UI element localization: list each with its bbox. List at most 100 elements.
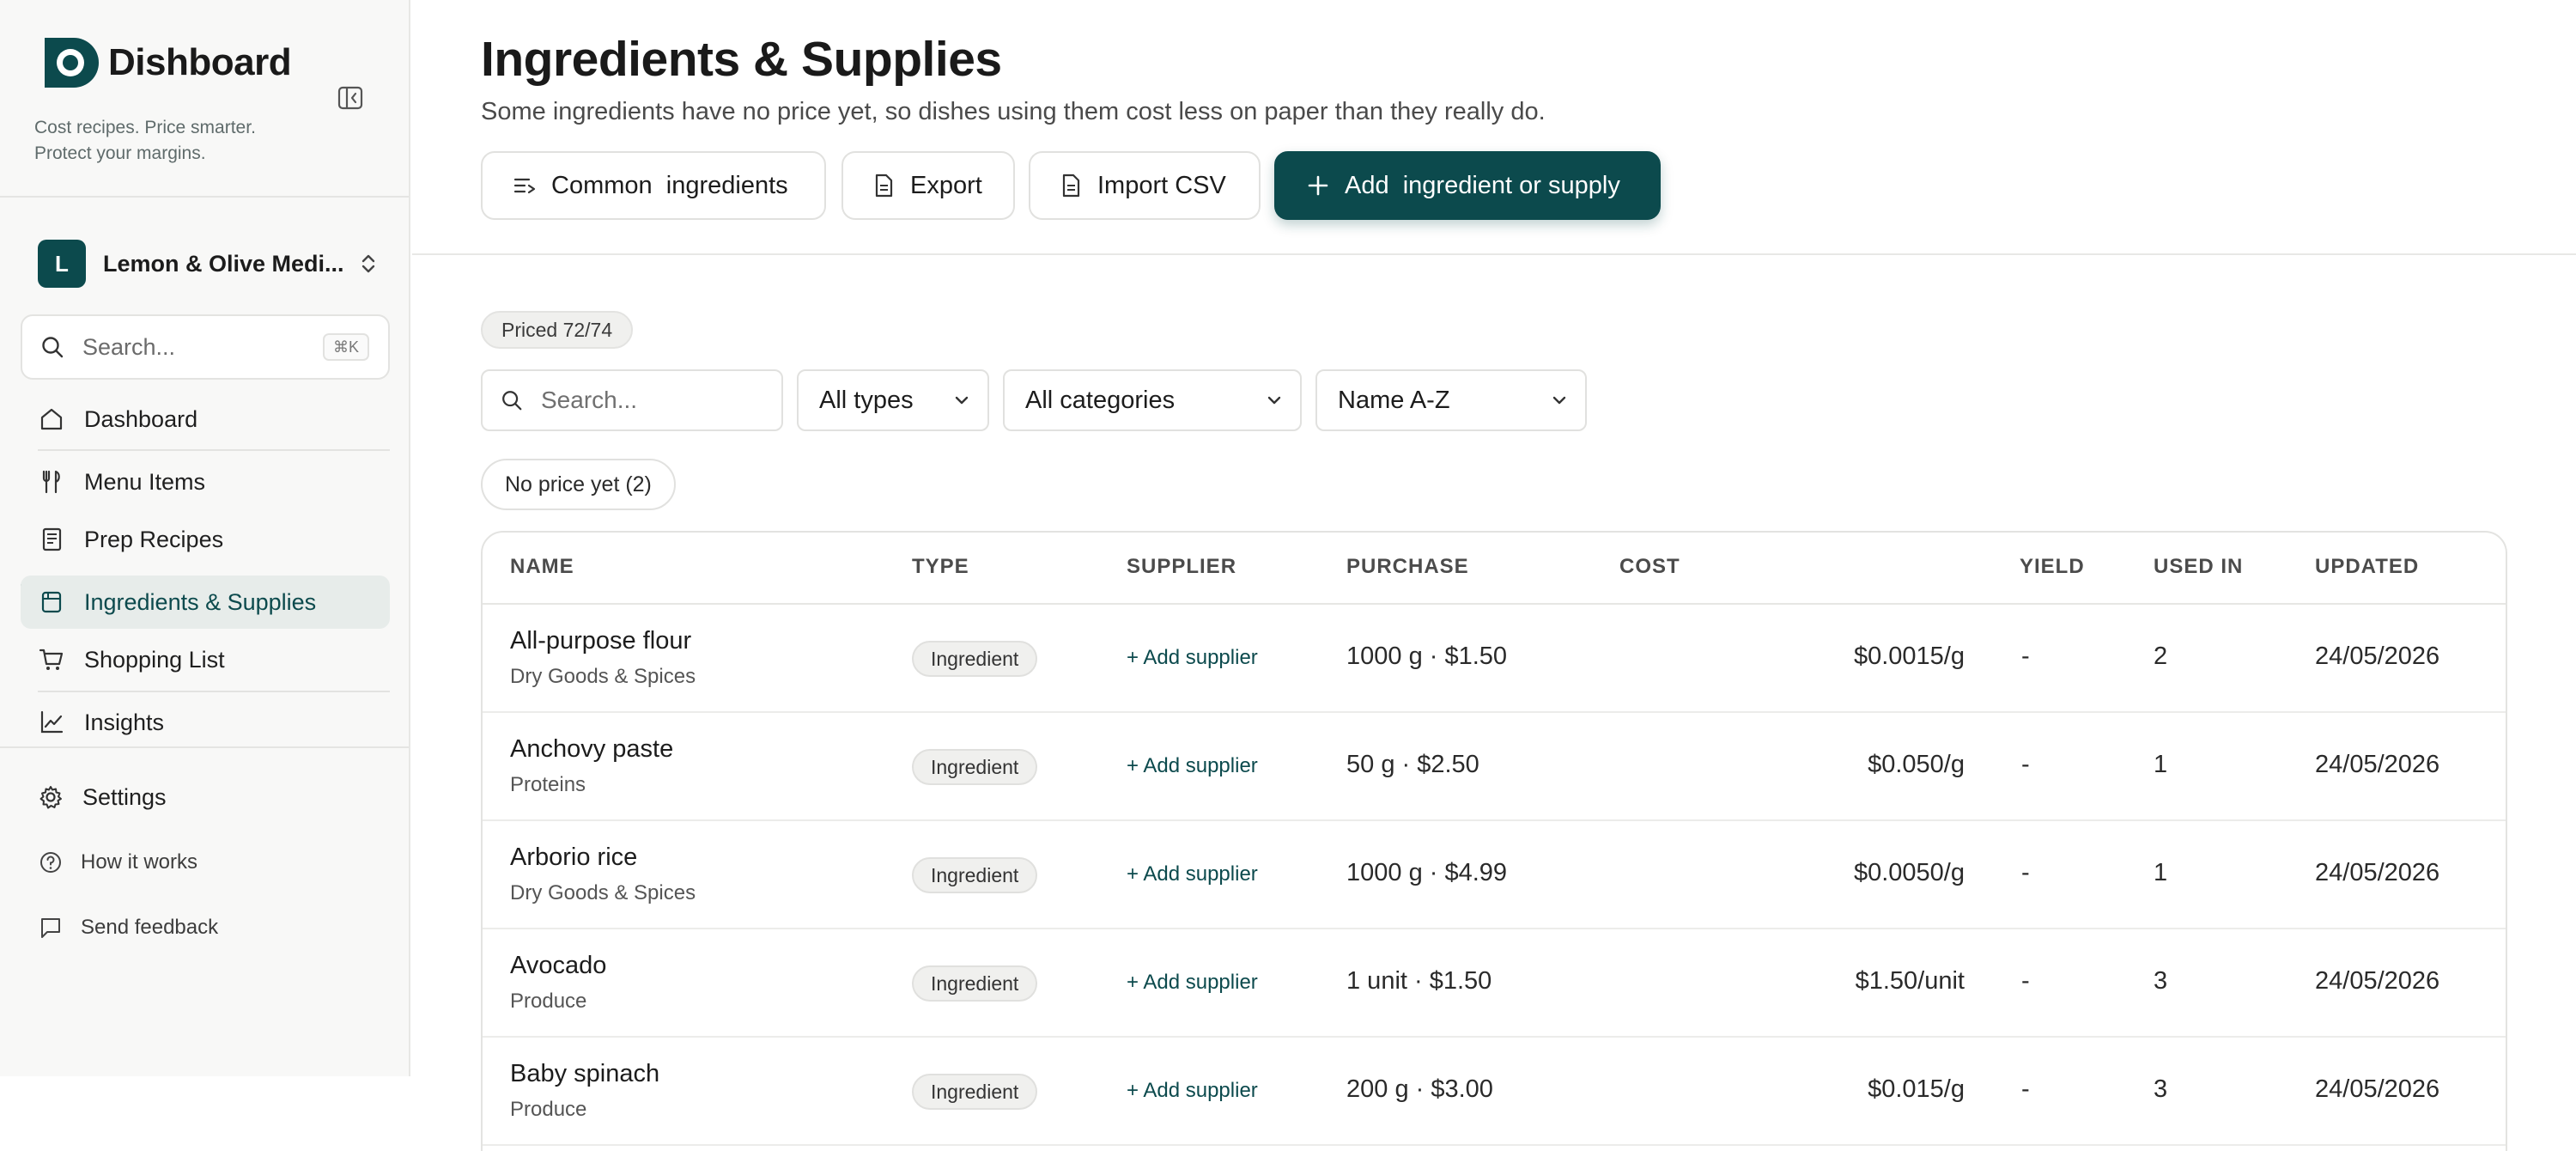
purchase-info: 200 g · $3.00 xyxy=(1346,1075,1493,1103)
select-value: All categories xyxy=(1025,386,1176,414)
select-value: Name A-Z xyxy=(1338,386,1450,414)
unit-cost: $0.050/g xyxy=(1868,751,1965,778)
tagline: Cost recipes. Price smarter. Protect you… xyxy=(34,118,256,163)
column-header-purchase[interactable]: PURCHASE xyxy=(1346,555,1469,579)
cart-icon xyxy=(39,649,64,670)
sidebar: Dishboard Cost recipes. Price smarter. P… xyxy=(0,0,410,1076)
page-title: Ingredients & Supplies xyxy=(481,32,1002,87)
column-header-supplier[interactable]: SUPPLIER xyxy=(1127,555,1236,579)
sidebar-divider xyxy=(0,196,409,198)
sidebar-item-label: Insights xyxy=(84,709,165,735)
sidebar-item-how-it-works[interactable]: How it works xyxy=(21,838,390,886)
sidebar-item-shopping-list[interactable]: Shopping List xyxy=(21,633,390,686)
common-ingredients-button[interactable]: Common ingredients xyxy=(481,151,826,220)
updated-date: 24/05/2026 xyxy=(2315,859,2440,886)
table-row[interactable]: Avocado Produce Ingredient + Add supplie… xyxy=(483,929,2506,1038)
type-badge: Ingredient xyxy=(912,857,1038,893)
purchase-info: 1 unit · $1.50 xyxy=(1346,967,1492,995)
table-row[interactable]: Anchovy paste Proteins Ingredient + Add … xyxy=(483,713,2506,821)
used-in-count: 1 xyxy=(2154,859,2168,886)
button-label: Common ingredients xyxy=(551,171,788,199)
ingredients-table: NAME TYPE SUPPLIER PURCHASE COST YIELD U… xyxy=(481,531,2507,1151)
ingredient-name: Anchovy paste xyxy=(510,735,674,763)
type-badge: Ingredient xyxy=(912,641,1038,677)
file-icon xyxy=(1062,174,1080,198)
ingredient-name: Avocado xyxy=(510,952,607,979)
column-header-yield[interactable]: YIELD xyxy=(2020,555,2085,579)
column-header-updated[interactable]: UPDATED xyxy=(2315,555,2419,579)
sidebar-divider xyxy=(0,746,409,748)
add-supplier-link[interactable]: + Add supplier xyxy=(1127,646,1258,670)
nav-divider xyxy=(38,449,390,451)
used-in-count: 3 xyxy=(2154,1075,2168,1103)
page-subtitle: Some ingredients have no price yet, so d… xyxy=(481,98,1546,125)
help-circle-icon xyxy=(40,852,61,873)
sidebar-item-send-feedback[interactable]: Send feedback xyxy=(21,904,390,952)
unit-cost: $0.0015/g xyxy=(1853,642,1965,670)
add-supplier-link[interactable]: + Add supplier xyxy=(1127,754,1258,778)
no-price-filter-chip[interactable]: No price yet (2) xyxy=(481,459,676,510)
ingredient-name: Arborio rice xyxy=(510,843,638,871)
type-badge: Ingredient xyxy=(912,1074,1038,1110)
org-avatar: L xyxy=(38,240,86,288)
button-label: Import CSV xyxy=(1097,171,1226,199)
table-row[interactable]: Arborio rice Dry Goods & Spices Ingredie… xyxy=(483,821,2506,929)
package-icon xyxy=(41,591,62,613)
gear-icon xyxy=(39,786,62,809)
search-icon xyxy=(502,391,522,411)
add-supplier-link[interactable]: + Add supplier xyxy=(1127,1079,1258,1103)
collapse-sidebar-icon[interactable] xyxy=(337,84,364,112)
search-placeholder: Search... xyxy=(541,387,638,413)
sidebar-item-dashboard[interactable]: Dashboard xyxy=(21,393,390,446)
add-supplier-link[interactable]: + Add supplier xyxy=(1127,971,1258,995)
add-supplier-link[interactable]: + Add supplier xyxy=(1127,862,1258,886)
type-badge: Ingredient xyxy=(912,965,1038,1002)
chevron-down-icon xyxy=(955,396,969,405)
sidebar-item-menu-items[interactable]: Menu Items xyxy=(21,455,390,509)
add-ingredient-button[interactable]: Add ingredient or supply xyxy=(1274,151,1661,220)
sort-select[interactable]: Name A-Z xyxy=(1315,369,1587,431)
type-badge: Ingredient xyxy=(912,749,1038,785)
brand[interactable]: Dishboard xyxy=(39,33,292,93)
utensils-icon xyxy=(42,470,60,494)
table-row[interactable]: Baby spinach Produce Ingredient + Add su… xyxy=(483,1038,2506,1146)
import-csv-button[interactable]: Import CSV xyxy=(1029,151,1261,220)
select-value: All types xyxy=(819,386,914,414)
sidebar-item-label: Menu Items xyxy=(84,468,206,495)
unit-cost: $0.015/g xyxy=(1868,1075,1965,1103)
sidebar-item-insights[interactable]: Insights xyxy=(21,696,390,749)
search-icon xyxy=(42,337,64,358)
sidebar-item-label: Prep Recipes xyxy=(84,526,224,552)
sidebar-search-input[interactable]: Search... ⌘K xyxy=(21,314,390,380)
column-header-cost[interactable]: COST xyxy=(1619,555,1680,579)
column-header-name[interactable]: NAME xyxy=(510,555,574,579)
ingredient-category: Produce xyxy=(510,1098,587,1121)
sidebar-item-label: Dashboard xyxy=(84,405,198,432)
updated-date: 24/05/2026 xyxy=(2315,967,2440,995)
purchase-info: 50 g · $2.50 xyxy=(1346,751,1479,778)
sidebar-item-settings[interactable]: Settings xyxy=(21,773,390,821)
list-add-icon xyxy=(513,178,536,194)
type-select[interactable]: All types xyxy=(797,369,989,431)
search-input[interactable]: Search... xyxy=(481,369,783,431)
sidebar-item-prep-recipes[interactable]: Prep Recipes xyxy=(21,513,390,566)
chevron-down-icon xyxy=(1267,396,1281,405)
export-button[interactable]: Export xyxy=(841,151,1015,220)
column-header-type[interactable]: TYPE xyxy=(912,555,969,579)
column-header-used-in[interactable]: USED IN xyxy=(2154,555,2243,579)
used-in-count: 2 xyxy=(2154,642,2168,670)
org-switcher[interactable]: L Lemon & Olive Medi... xyxy=(38,239,381,289)
category-select[interactable]: All categories xyxy=(1003,369,1302,431)
priced-count-badge: Priced 72/74 xyxy=(481,311,634,349)
org-name: Lemon & Olive Medi... xyxy=(103,250,344,277)
table-row[interactable]: All-purpose flour Dry Goods & Spices Ing… xyxy=(483,605,2506,713)
sidebar-item-label: Ingredients & Supplies xyxy=(84,588,317,615)
sidebar-item-ingredients-supplies[interactable]: Ingredients & Supplies xyxy=(21,576,390,629)
message-icon xyxy=(41,918,60,938)
ingredient-name: Baby spinach xyxy=(510,1060,660,1087)
yield-value: - xyxy=(2021,967,2030,995)
purchase-info: 1000 g · $4.99 xyxy=(1346,859,1508,886)
updated-date: 24/05/2026 xyxy=(2315,1075,2440,1103)
nav-divider xyxy=(38,691,390,692)
home-icon xyxy=(40,408,63,430)
